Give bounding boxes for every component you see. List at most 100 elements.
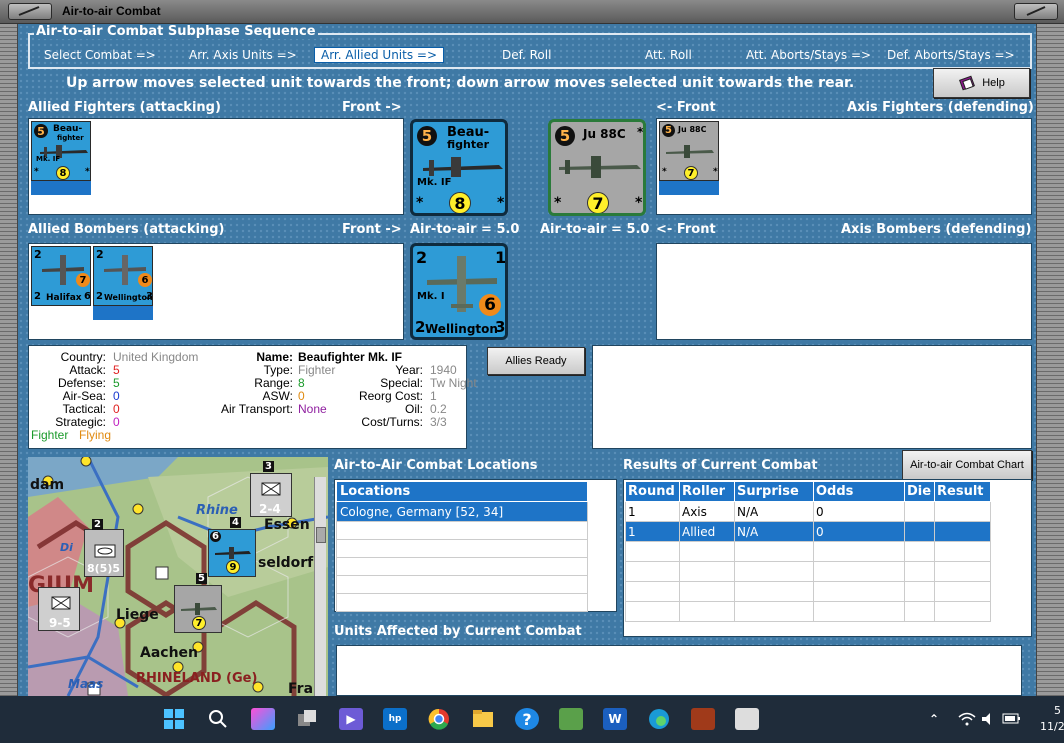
- allied-bombers-label: Allied Bombers (attacking): [28, 222, 225, 237]
- name-label: Name:: [256, 350, 293, 364]
- edge-icon[interactable]: [647, 708, 671, 730]
- results-row[interactable]: [625, 561, 991, 582]
- notes-app-icon[interactable]: [559, 708, 583, 730]
- results-cell: [813, 561, 905, 582]
- results-row[interactable]: 1 Axis N/A 0: [625, 501, 991, 522]
- results-row[interactable]: [625, 541, 991, 562]
- window-title: Air-to-air Combat: [62, 4, 161, 18]
- ju88c-selected-counter[interactable]: 5 Ju 88C * 7 * *: [548, 119, 646, 216]
- results-row[interactable]: [625, 601, 991, 622]
- map-unit-armor[interactable]: 8(5)5: [84, 529, 124, 577]
- location-row[interactable]: [336, 575, 588, 594]
- phase-arr-axis-units: Arr. Axis Units =>: [189, 48, 297, 62]
- wellington-selected-counter[interactable]: 2 1 Mk. I 6 2 Wellington 3: [410, 243, 508, 340]
- word-icon[interactable]: W: [603, 708, 627, 730]
- clock-time[interactable]: 5: [1054, 704, 1061, 717]
- map-view[interactable]: dam Essen Rhine seldorf Liege Aachen RHI…: [28, 457, 328, 696]
- results-cell: [734, 601, 814, 622]
- search-icon[interactable]: [206, 708, 230, 730]
- map-unit-belgian-infantry[interactable]: 9-5: [38, 587, 80, 631]
- location-row[interactable]: [336, 593, 588, 612]
- game-app-icon[interactable]: [691, 708, 715, 730]
- volume-icon[interactable]: [977, 708, 1001, 730]
- wellington-small-counter[interactable]: 2 6 2 Wellington 3: [93, 246, 153, 306]
- allied-front-label: Front ->: [342, 100, 402, 115]
- window-right-border: [1036, 24, 1064, 696]
- cost-turns-label: Cost/Turns:: [361, 415, 423, 429]
- halifax-counter[interactable]: 2 7 2 Halifax 6: [31, 246, 91, 306]
- location-cell[interactable]: [336, 539, 588, 558]
- location-cell[interactable]: Cologne, Germany [52, 34]: [336, 501, 588, 522]
- results-cell: [734, 561, 814, 582]
- start-icon[interactable]: [162, 708, 186, 730]
- axis-bombers-box[interactable]: [656, 243, 1032, 340]
- location-row[interactable]: [336, 521, 588, 540]
- battery-icon[interactable]: [1000, 708, 1024, 730]
- help-button[interactable]: Help: [933, 68, 1030, 98]
- location-cell[interactable]: [336, 521, 588, 540]
- allies-ready-button[interactable]: Allies Ready: [487, 347, 585, 375]
- map-unit-ju88c[interactable]: 7: [174, 585, 222, 633]
- map-label-rhineland: RHINELAND (Ge): [136, 671, 258, 686]
- counter-bottom-right: 3: [146, 291, 153, 302]
- units-affected-box: [336, 645, 1022, 696]
- subphase-sequence: Air-to-air Combat Subphase Sequence Sele…: [28, 24, 1032, 69]
- map-scrollbar[interactable]: [314, 477, 326, 696]
- map-label-aachen: Aachen: [140, 645, 199, 661]
- ju88c-small-counter[interactable]: 5 Ju 88C 7 * *: [659, 121, 719, 181]
- beaufighter-small-counter[interactable]: 5 Beau- fighter Mk. IF 8 * *: [31, 121, 91, 181]
- units-affected-title: Units Affected by Current Combat: [334, 624, 582, 639]
- location-row[interactable]: Cologne, Germany [52, 34]: [336, 501, 588, 522]
- counter-name: Ju 88C: [678, 125, 707, 134]
- location-row[interactable]: [336, 539, 588, 558]
- results-row[interactable]: [625, 581, 991, 602]
- task-view-icon[interactable]: [295, 708, 319, 730]
- copilot-icon[interactable]: [251, 708, 275, 730]
- allied-fighters-box[interactable]: 5 Beau- fighter Mk. IF 8 * *: [28, 118, 404, 215]
- cost-turns-value: 3/3: [430, 415, 447, 429]
- map-scrollbar-thumb[interactable]: [316, 527, 326, 543]
- results-cell: [904, 581, 935, 602]
- chevron-up-icon[interactable]: ⌃: [922, 708, 946, 730]
- location-cell[interactable]: [336, 557, 588, 576]
- video-call-icon[interactable]: ▶: [339, 708, 363, 730]
- special-label: Special:: [380, 376, 423, 390]
- location-cell[interactable]: [336, 575, 588, 594]
- clock-date[interactable]: 11/2: [1040, 720, 1064, 733]
- counter-air-to-air: 7: [76, 273, 90, 287]
- location-cell[interactable]: [336, 593, 588, 612]
- reorg-cost-value: 1: [430, 389, 437, 403]
- window-close-button[interactable]: [1014, 3, 1058, 20]
- air-transport-label: Air Transport:: [220, 402, 293, 416]
- results-row[interactable]: 1 Allied N/A 0: [625, 521, 991, 542]
- help-button-label: Help: [982, 77, 1005, 89]
- results-cell: [934, 501, 991, 522]
- axis-fighters-box[interactable]: 5 Ju 88C 7 * *: [656, 118, 1032, 215]
- file-explorer-icon[interactable]: [471, 708, 495, 730]
- window-menu-button[interactable]: [8, 3, 52, 20]
- strategic-value: 0: [113, 415, 120, 429]
- type-value: Fighter: [298, 363, 336, 377]
- air-sea-label: Air-Sea:: [62, 389, 106, 403]
- allied-air-to-air-value: Air-to-air = 5.0: [410, 222, 520, 237]
- beaufighter-selected-counter[interactable]: 5 Beau- fighter Mk. IF 8 * *: [410, 119, 508, 216]
- map-label-di: Di: [60, 541, 73, 554]
- help-tips-icon[interactable]: ?: [515, 708, 539, 730]
- counter-strength: 5: [417, 126, 437, 146]
- counter-strength: 5: [34, 124, 48, 138]
- snipping-tool-icon[interactable]: [735, 708, 759, 730]
- col-round: Round: [625, 481, 680, 502]
- map-unit-air-to-air: 7: [192, 616, 206, 630]
- counter-name: Ju 88C: [583, 127, 626, 141]
- defense-value: 5: [113, 376, 120, 390]
- myhp-icon[interactable]: hp: [383, 708, 407, 730]
- chrome-icon[interactable]: [427, 708, 451, 730]
- allied-bombers-box[interactable]: 2 7 2 Halifax 6 2 6 2 Wellington 3: [28, 243, 404, 340]
- wifi-icon[interactable]: [955, 708, 979, 730]
- map-label-essen: Essen: [264, 517, 310, 533]
- location-row[interactable]: [336, 557, 588, 576]
- map-unit-infantry[interactable]: 2-4: [250, 473, 292, 517]
- results-panel: Round Roller Surprise Odds Die Result 1A…: [623, 479, 1032, 637]
- air-to-air-chart-button[interactable]: Air-to-air Combat Chart: [902, 450, 1032, 480]
- map-label-rhine: Rhine: [196, 503, 238, 518]
